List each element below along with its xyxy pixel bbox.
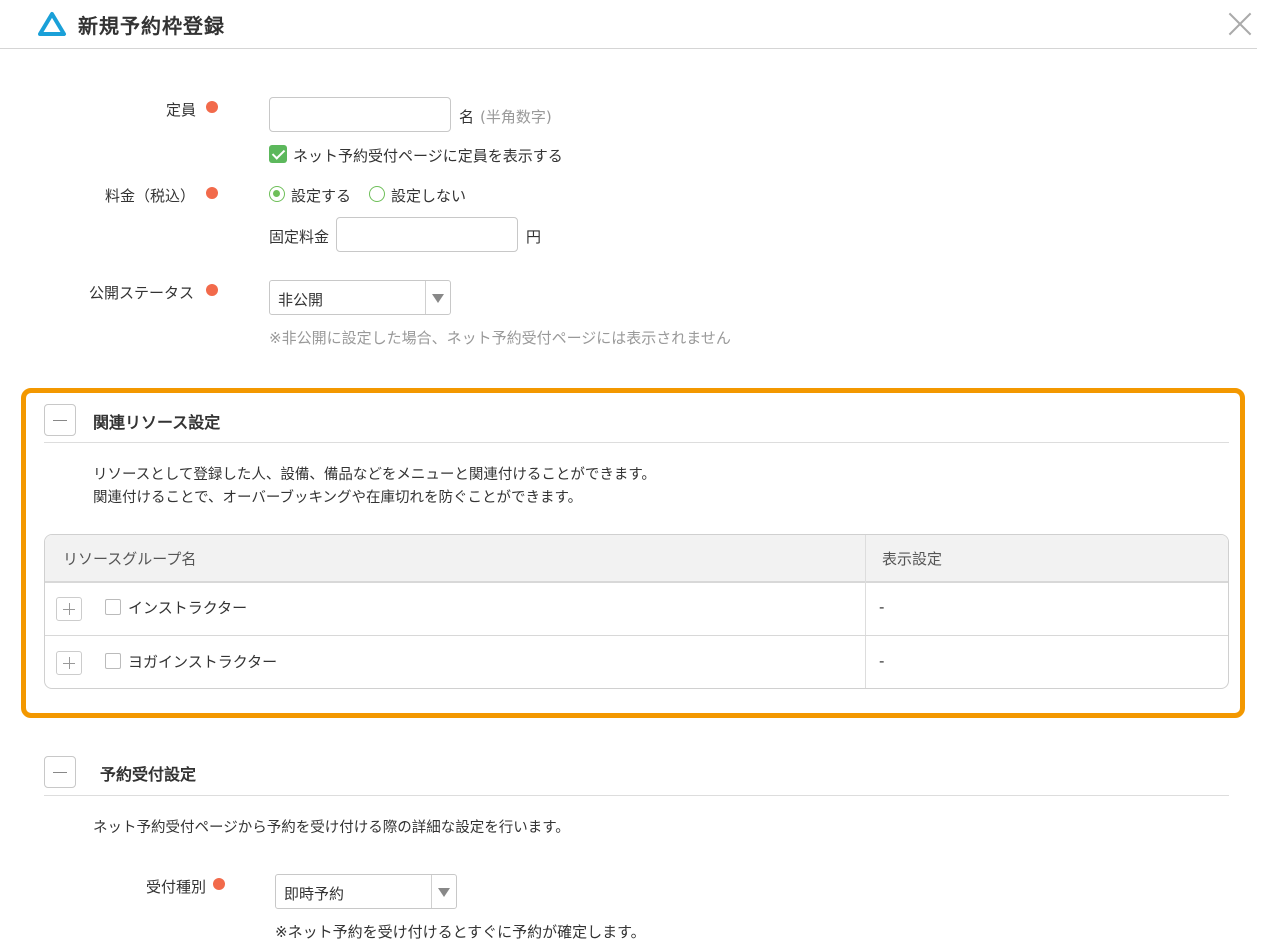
section-divider — [44, 795, 1229, 796]
show-capacity-label: ネット予約受付ページに定員を表示する — [293, 147, 563, 165]
capacity-input[interactable] — [269, 97, 451, 132]
header-display: 表示設定 — [882, 550, 943, 568]
price-option-set: 設定する — [291, 187, 352, 205]
resource-section-title: 関連リソース設定 — [93, 413, 221, 432]
price-radio-unset[interactable] — [369, 186, 385, 202]
table-header: リソースグループ名 表示設定 — [45, 535, 1228, 583]
close-icon[interactable] — [1228, 12, 1252, 36]
resource-table: リソースグループ名 表示設定 インストラクター - ヨガインストラクター - — [44, 534, 1229, 689]
booking-type-selected: 即時予約 — [284, 885, 345, 903]
required-dot — [213, 878, 225, 890]
resource-name: ヨガインストラクター — [128, 653, 278, 671]
expand-row-button[interactable] — [56, 651, 82, 675]
booking-section-title: 予約受付設定 — [100, 765, 197, 784]
resource-desc-1: リソースとして登録した人、設備、備品などをメニューと関連付けることができます。 — [93, 467, 656, 483]
dropdown-arrow-icon — [431, 875, 456, 908]
resource-desc-2: 関連付けることで、オーバーブッキングや在庫切れを防ぐことができます。 — [93, 490, 583, 506]
booking-type-select[interactable]: 即時予約 — [275, 874, 457, 909]
row-checkbox[interactable] — [105, 599, 121, 615]
fixed-price-input[interactable] — [336, 217, 518, 252]
resource-display: - — [879, 598, 885, 616]
resource-name: インストラクター — [128, 599, 248, 617]
status-note: ※非公開に設定した場合、ネット予約受付ページには表示されません — [269, 329, 731, 347]
price-option-unset: 設定しない — [391, 187, 467, 205]
modal-title: 新規予約枠登録 — [78, 14, 225, 38]
modal-header: 新規予約枠登録 — [0, 0, 1257, 49]
column-divider — [865, 535, 866, 688]
header-group-name: リソースグループ名 — [63, 550, 197, 568]
booking-desc: ネット予約受付ページから予約を受け付ける際の詳細な設定を行います。 — [93, 820, 570, 836]
status-label: 公開ステータス — [89, 284, 195, 302]
required-dot — [206, 284, 218, 296]
section-divider — [44, 442, 1229, 443]
price-radio-set[interactable] — [269, 186, 285, 202]
status-select[interactable]: 非公開 — [269, 280, 451, 315]
required-dot — [206, 187, 218, 199]
booking-type-label: 受付種別 — [146, 878, 207, 896]
capacity-unit: 名 — [459, 108, 475, 126]
dropdown-arrow-icon — [425, 281, 450, 314]
capacity-label: 定員 — [166, 101, 197, 119]
row-divider — [45, 635, 1228, 636]
collapse-resource-button[interactable] — [44, 404, 76, 436]
status-selected-value: 非公開 — [278, 291, 324, 309]
fixed-price-label: 固定料金 — [269, 228, 330, 246]
triangle-logo-icon — [38, 12, 66, 36]
show-capacity-checkbox[interactable] — [269, 145, 287, 163]
booking-type-note: ※ネット予約を受け付けるとすぐに予約が確定します。 — [275, 923, 646, 941]
collapse-booking-button[interactable] — [44, 756, 76, 788]
price-unit: 円 — [526, 228, 542, 246]
required-dot — [206, 101, 218, 113]
capacity-hint: (半角数字) — [480, 108, 552, 126]
row-checkbox[interactable] — [105, 653, 121, 669]
resource-display: - — [879, 652, 885, 670]
expand-row-button[interactable] — [56, 597, 82, 621]
price-label: 料金（税込） — [105, 187, 196, 205]
